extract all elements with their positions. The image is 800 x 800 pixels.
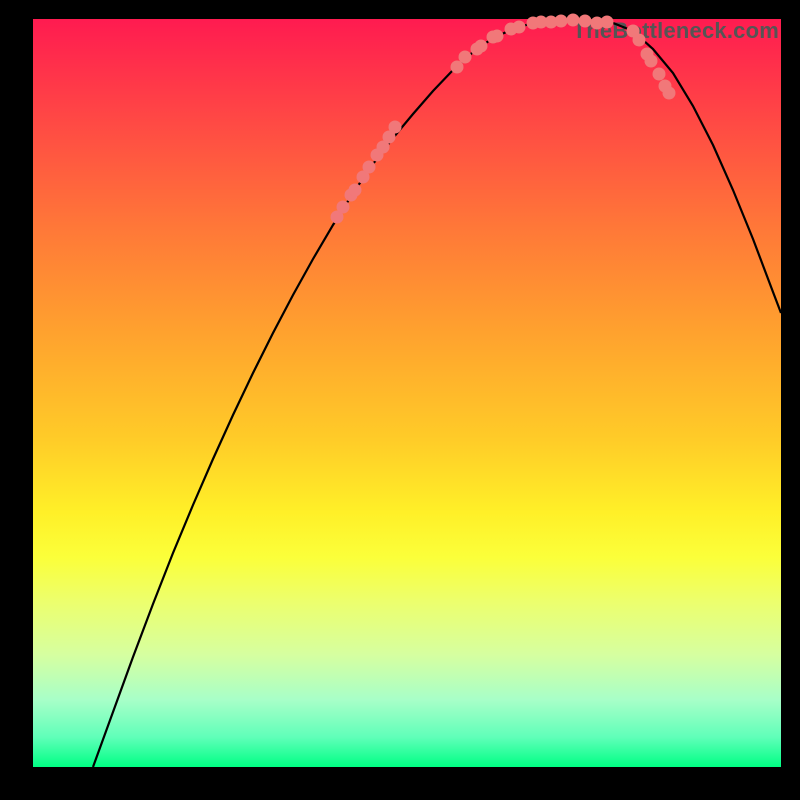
data-marker [475, 40, 488, 53]
data-marker [459, 51, 472, 64]
data-marker [663, 87, 676, 100]
data-marker [555, 15, 568, 28]
chart-frame: TheBottleneck.com [19, 19, 781, 781]
bottleneck-curve [93, 20, 781, 767]
data-marker [653, 68, 666, 81]
plot-area: TheBottleneck.com [33, 19, 781, 767]
data-marker [601, 16, 614, 29]
chart-svg [33, 19, 781, 767]
data-marker [337, 201, 350, 214]
data-marker [491, 30, 504, 43]
data-marker [389, 121, 402, 134]
data-marker [633, 34, 646, 47]
data-marker [645, 55, 658, 68]
data-marker [513, 21, 526, 34]
data-marker [567, 14, 580, 27]
data-marker [579, 15, 592, 28]
data-marker [363, 161, 376, 174]
data-marker [349, 184, 362, 197]
marker-group [331, 14, 676, 224]
